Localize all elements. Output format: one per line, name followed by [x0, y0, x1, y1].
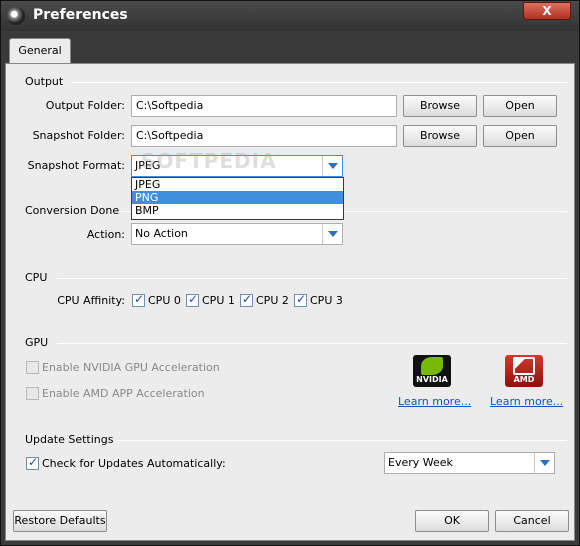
- update-frequency-select[interactable]: Every Week: [384, 452, 555, 474]
- output-open-button[interactable]: Open: [483, 95, 557, 117]
- cpu0-label: CPU 0: [148, 294, 181, 307]
- snapshot-folder-label: Snapshot Folder:: [32, 129, 125, 142]
- amd-learn-more-link[interactable]: Learn more...: [490, 395, 563, 408]
- nvidia-label: Enable NVIDIA GPU Acceleration: [42, 361, 220, 374]
- action-value: No Action: [135, 227, 188, 240]
- output-folder-label: Output Folder:: [45, 99, 125, 112]
- chevron-down-icon[interactable]: [534, 453, 554, 473]
- snapshot-format-value: JPEG: [135, 159, 161, 172]
- snapshot-browse-button[interactable]: Browse: [403, 125, 477, 147]
- update-frequency-value: Every Week: [388, 456, 453, 469]
- cpu3-label: CPU 3: [310, 294, 343, 307]
- snapshot-format-select[interactable]: JPEG: [131, 155, 343, 177]
- cpu0-checkbox[interactable]: [132, 292, 145, 307]
- update-section-title: Update Settings: [25, 433, 114, 446]
- preferences-window: Preferences X General Output Output Fold…: [0, 0, 580, 546]
- window-title: Preferences: [33, 7, 128, 23]
- cpu3-checkbox[interactable]: [294, 292, 307, 307]
- cancel-button[interactable]: Cancel: [495, 510, 569, 532]
- cpu-separator: [57, 278, 567, 279]
- nvidia-learn-more-link[interactable]: Learn more...: [398, 395, 471, 408]
- nvidia-logo-text: NVIDIA: [416, 375, 448, 384]
- format-option-jpeg[interactable]: JPEG: [132, 178, 343, 191]
- check-updates-label: Check for Updates Automatically:: [42, 457, 226, 470]
- conversion-section-title: Conversion Done: [25, 204, 120, 217]
- action-select[interactable]: No Action: [131, 223, 343, 245]
- gpu-separator: [57, 343, 567, 344]
- snapshot-format-label: Snapshot Format:: [27, 159, 125, 172]
- snapshot-format-dropdown: JPEG PNG BMP: [131, 177, 344, 220]
- update-separator: [115, 440, 567, 441]
- tab-general[interactable]: General: [9, 38, 71, 64]
- action-label: Action:: [86, 228, 125, 241]
- nvidia-logo: NVIDIA: [413, 355, 451, 387]
- amd-logo: AMD: [505, 355, 543, 387]
- cpu2-checkbox[interactable]: [240, 292, 253, 307]
- cpu1-checkbox[interactable]: [186, 292, 199, 307]
- format-option-bmp[interactable]: BMP: [132, 204, 343, 217]
- output-browse-button[interactable]: Browse: [403, 95, 477, 117]
- cpu1-label: CPU 1: [202, 294, 235, 307]
- cpu-section-title: CPU: [25, 271, 48, 284]
- output-folder-field[interactable]: C:\Softpedia: [131, 95, 397, 117]
- amd-checkbox[interactable]: [26, 387, 39, 400]
- cpu2-label: CPU 2: [256, 294, 289, 307]
- check-updates-checkbox[interactable]: [26, 455, 39, 470]
- amd-arrow-icon: [513, 357, 535, 375]
- app-icon: [7, 7, 25, 25]
- restore-defaults-button[interactable]: Restore Defaults: [13, 510, 107, 532]
- snapshot-folder-field[interactable]: C:\Softpedia: [131, 125, 397, 147]
- amd-label: Enable AMD APP Acceleration: [42, 387, 205, 400]
- format-option-png[interactable]: PNG: [132, 191, 343, 204]
- output-section-title: Output: [25, 75, 64, 88]
- amd-logo-text: AMD: [513, 375, 535, 384]
- snapshot-open-button[interactable]: Open: [483, 125, 557, 147]
- close-button[interactable]: X: [523, 2, 571, 20]
- output-separator: [71, 82, 567, 83]
- ok-button[interactable]: OK: [415, 510, 489, 532]
- cpu-affinity-label: CPU Affinity:: [57, 294, 125, 307]
- chevron-down-icon[interactable]: [322, 156, 342, 176]
- gpu-section-title: GPU: [25, 336, 49, 349]
- nvidia-eye-icon: [421, 357, 443, 375]
- chevron-down-icon[interactable]: [322, 224, 342, 244]
- title-bar: Preferences X: [1, 1, 579, 31]
- nvidia-checkbox[interactable]: [26, 361, 39, 374]
